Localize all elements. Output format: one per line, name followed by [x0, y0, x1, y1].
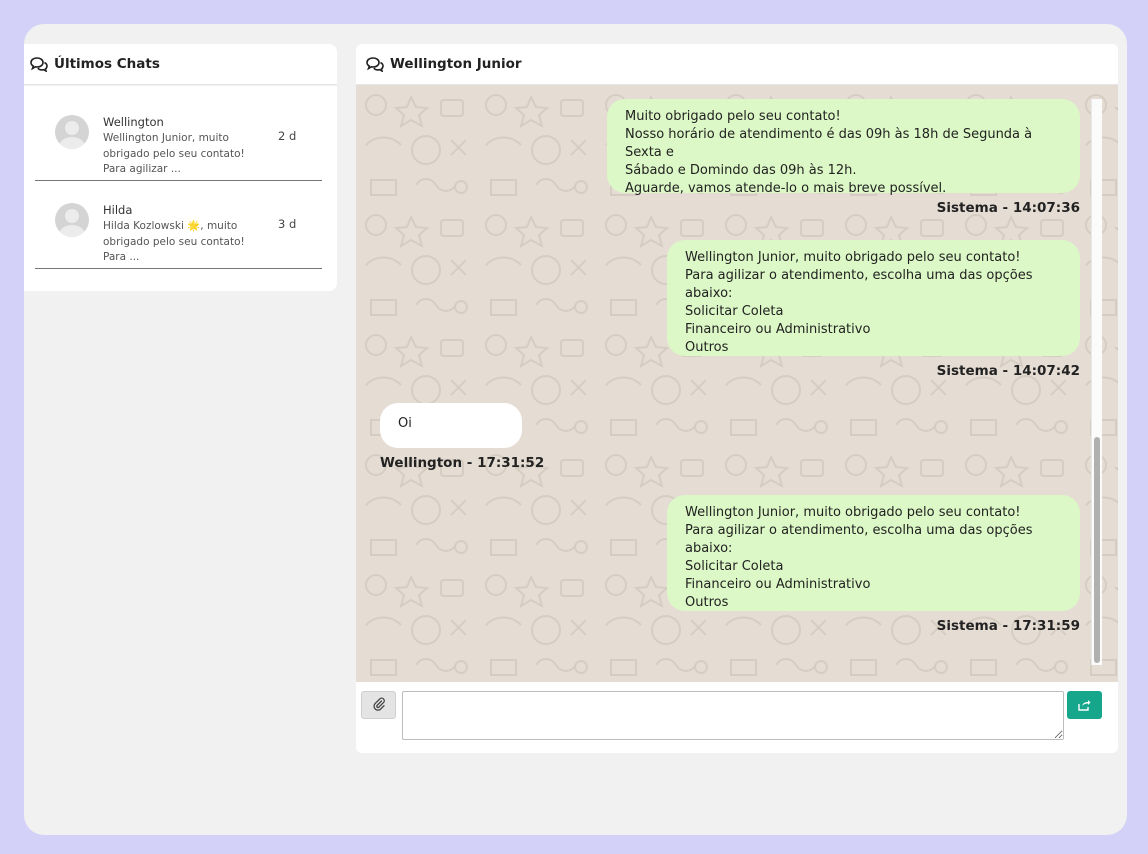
chat-bubbles-icon [366, 56, 384, 72]
message-bubble-outgoing: Wellington Junior, muito obrigado pelo s… [667, 240, 1080, 356]
send-button[interactable] [1067, 691, 1102, 719]
message-meta: Wellington - 17:31:52 [380, 455, 545, 471]
conversation-header: Wellington Junior [356, 44, 1118, 85]
message-bubble-outgoing: Wellington Junior, muito obrigado pelo s… [667, 495, 1080, 611]
message-meta: Sistema - 14:07:36 [936, 200, 1080, 216]
message-meta: Sistema - 17:31:59 [936, 618, 1080, 634]
chat-list: Wellington Wellington Junior, muito obri… [24, 86, 337, 291]
message-meta: Sistema - 14:07:42 [936, 363, 1080, 379]
latest-chats-header: Últimos Chats [24, 44, 337, 85]
latest-chats-title: Últimos Chats [54, 56, 160, 72]
chat-list-item-hilda[interactable]: Hilda Hilda Kozlowski 🌟, muito obrigado … [35, 189, 322, 269]
chat-age: 2 d [278, 129, 297, 143]
app-frame: Últimos Chats Wellington Wellington Juni… [24, 24, 1127, 835]
avatar [55, 115, 89, 149]
conversation-panel: Wellington Junior Muito obrigado pelo se… [356, 44, 1118, 753]
message-composer [356, 682, 1118, 753]
chat-age: 3 d [278, 217, 297, 231]
chat-list-item-wellington[interactable]: Wellington Wellington Junior, muito obri… [35, 101, 322, 181]
avatar [55, 203, 89, 237]
chat-preview: Wellington Junior, muito obrigado pelo s… [103, 132, 245, 175]
conversation-title: Wellington Junior [390, 56, 522, 72]
chat-name: Hilda [103, 203, 133, 217]
attach-button[interactable] [361, 691, 396, 719]
message-area[interactable]: Muito obrigado pelo seu contato! Nosso h… [356, 85, 1118, 682]
message-bubble-incoming: Oi [380, 403, 522, 448]
paperclip-icon [372, 696, 385, 715]
message-bubble-outgoing: Muito obrigado pelo seu contato! Nosso h… [607, 99, 1080, 196]
share-icon [1078, 696, 1091, 715]
chat-name: Wellington [103, 115, 164, 129]
message-scrollbar[interactable] [1091, 99, 1102, 665]
chat-preview: Hilda Kozlowski 🌟, muito obrigado pelo s… [103, 220, 245, 263]
message-input[interactable] [402, 691, 1064, 740]
chat-bubbles-icon [30, 56, 48, 72]
scrollbar-thumb[interactable] [1094, 437, 1100, 663]
